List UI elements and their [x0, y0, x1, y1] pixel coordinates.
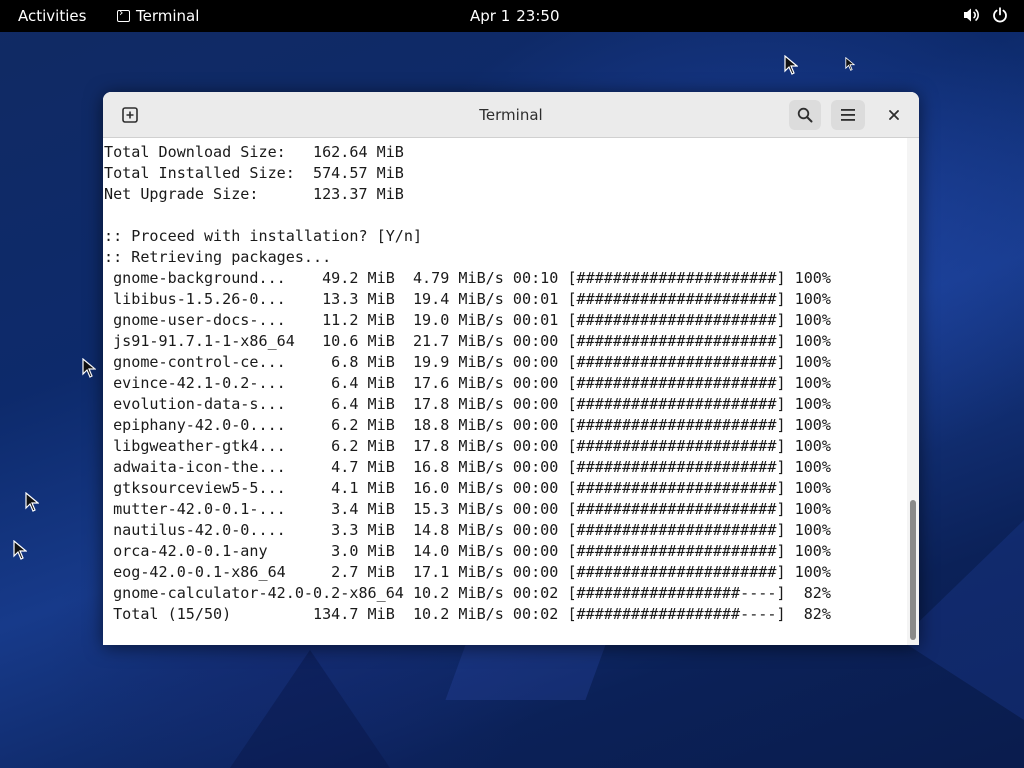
app-menu-label: Terminal: [136, 7, 200, 25]
terminal-line: orca-42.0-0.1-any 3.0 MiB 14.0 MiB/s 00:…: [104, 542, 831, 560]
terminal-line: js91-91.7.1-1-x86_64 10.6 MiB 21.7 MiB/s…: [104, 332, 831, 350]
top-bar: Activities Terminal Apr 1 23:50: [0, 0, 1024, 32]
search-icon: [797, 107, 813, 123]
terminal-output[interactable]: Total Download Size: 162.64 MiB Total Ins…: [103, 138, 907, 645]
close-icon: [889, 110, 899, 120]
terminal-line: :: Retrieving packages...: [104, 248, 332, 266]
terminal-line: Net Upgrade Size: 123.37 MiB: [104, 185, 404, 203]
terminal-line: gnome-user-docs-... 11.2 MiB 19.0 MiB/s …: [104, 311, 831, 329]
terminal-line: libgweather-gtk4... 6.2 MiB 17.8 MiB/s 0…: [104, 437, 831, 455]
app-menu[interactable]: Terminal: [117, 6, 200, 25]
volume-icon[interactable]: [963, 7, 980, 23]
terminal-window[interactable]: Terminal Total Download Size: 162.64 MiB…: [103, 92, 919, 645]
close-button[interactable]: [879, 100, 909, 130]
activities-button[interactable]: Activities: [18, 7, 86, 25]
mouse-pointer-icon: [845, 57, 855, 71]
clock-time: 23:50: [516, 7, 560, 25]
hamburger-menu-icon: [841, 109, 855, 121]
terminal-line: epiphany-42.0-0.... 6.2 MiB 18.8 MiB/s 0…: [104, 416, 831, 434]
system-status-area[interactable]: [963, 7, 1008, 23]
terminal-line: Total Installed Size: 574.57 MiB: [104, 164, 404, 182]
terminal-line: gnome-background... 49.2 MiB 4.79 MiB/s …: [104, 269, 831, 287]
mouse-pointer-icon: [82, 358, 96, 378]
mouse-pointer-icon: [25, 492, 39, 512]
terminal-scrollbar[interactable]: [907, 138, 919, 645]
terminal-line: gnome-calculator-42.0-0.2-x86_64 10.2 Mi…: [104, 584, 831, 602]
terminal-line: Total Download Size: 162.64 MiB: [104, 143, 404, 161]
search-button[interactable]: [789, 100, 821, 130]
terminal-line: evolution-data-s... 6.4 MiB 17.8 MiB/s 0…: [104, 395, 831, 413]
terminal-line: :: Proceed with installation? [Y/n]: [104, 227, 423, 245]
window-headerbar[interactable]: Terminal: [103, 92, 919, 138]
terminal-line: mutter-42.0-0.1-... 3.4 MiB 15.3 MiB/s 0…: [104, 500, 831, 518]
terminal-text: Total Download Size: 162.64 MiB Total Ins…: [103, 138, 907, 625]
clock[interactable]: Apr 1 23:50: [470, 7, 566, 25]
terminal-line: evince-42.1-0.2-... 6.4 MiB 17.6 MiB/s 0…: [104, 374, 831, 392]
terminal-line: eog-42.0-0.1-x86_64 2.7 MiB 17.1 MiB/s 0…: [104, 563, 831, 581]
main-menu-button[interactable]: [831, 100, 865, 130]
mouse-pointer-icon: [784, 55, 798, 75]
scrollbar-thumb[interactable]: [910, 500, 916, 640]
terminal-line: libibus-1.5.26-0... 13.3 MiB 19.4 MiB/s …: [104, 290, 831, 308]
wallpaper-shape: [230, 650, 390, 768]
power-icon[interactable]: [992, 7, 1008, 23]
terminal-line: gtksourceview5-5... 4.1 MiB 16.0 MiB/s 0…: [104, 479, 831, 497]
terminal-line: Total (15/50) 134.7 MiB 10.2 MiB/s 00:02…: [104, 605, 831, 623]
terminal-line: nautilus-42.0-0.... 3.3 MiB 14.8 MiB/s 0…: [104, 521, 831, 539]
clock-date: Apr 1: [470, 7, 511, 25]
mouse-pointer-icon: [13, 540, 27, 560]
terminal-line: adwaita-icon-the... 4.7 MiB 16.8 MiB/s 0…: [104, 458, 831, 476]
terminal-line: gnome-control-ce... 6.8 MiB 19.9 MiB/s 0…: [104, 353, 831, 371]
terminal-icon: [117, 6, 130, 22]
